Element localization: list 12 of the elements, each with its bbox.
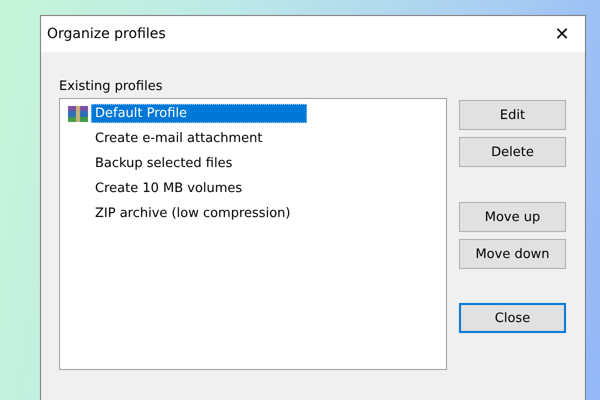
profile-item[interactable]: Create 10 MB volumes (91, 179, 246, 198)
dialog-button[interactable]: Edit (459, 100, 566, 130)
dialog-button[interactable]: Move up (459, 202, 566, 232)
list-label: Existing profiles (59, 79, 164, 94)
dialog-button[interactable]: Move down (459, 239, 566, 269)
dialog-button[interactable]: Delete (459, 137, 566, 167)
profile-item[interactable]: Create e-mail attachment (91, 129, 267, 148)
profile-item[interactable]: ZIP archive (low compression) (91, 204, 294, 223)
window-title: Organize profiles (47, 26, 166, 42)
profile-item[interactable]: Default Profile (91, 104, 307, 123)
profile-item[interactable]: Backup selected files (91, 154, 236, 173)
dialog-button[interactable]: Close (459, 303, 566, 333)
